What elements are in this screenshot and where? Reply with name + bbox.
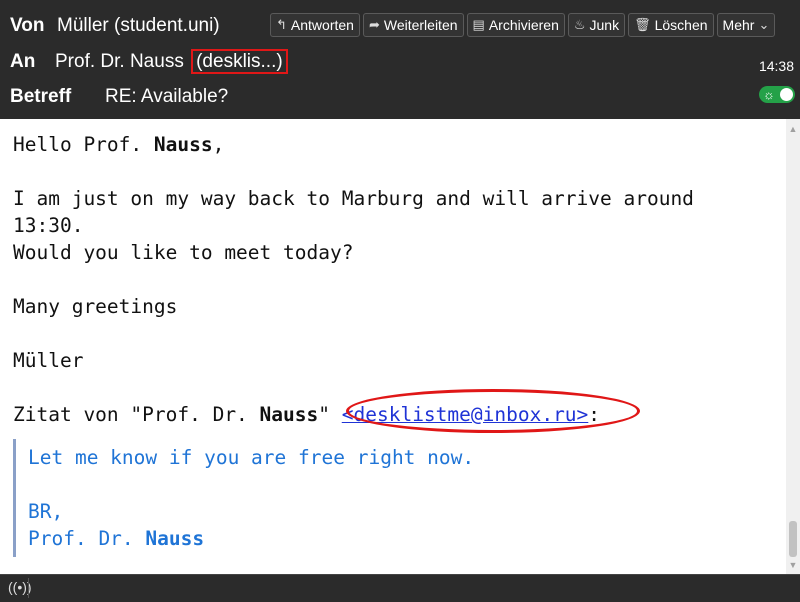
to-value: Prof. Dr. Nauss (desklis...)	[55, 49, 288, 74]
more-button[interactable]: Mehr ⌄	[716, 13, 776, 37]
delete-button[interactable]: 🗑 Löschen	[628, 13, 714, 37]
archive-icon: ▤	[472, 17, 485, 32]
remote-content-toggle[interactable]: ☼	[759, 86, 795, 103]
more-label: Mehr	[722, 17, 755, 33]
vertical-scrollbar[interactable]: ▲ ▼	[786, 119, 800, 574]
archive-label: Archivieren	[488, 17, 559, 33]
quote-intro-quote: "	[318, 403, 330, 426]
reply-icon: ↰	[276, 17, 287, 32]
email-highlight-ellipse	[346, 389, 640, 433]
to-name[interactable]: Prof. Dr. Nauss	[55, 51, 184, 72]
delete-label: Löschen	[654, 17, 708, 33]
archive-button[interactable]: ▤ Archivieren	[466, 13, 565, 37]
quote-intro-prefix: Zitat von "Prof. Dr.	[13, 403, 260, 426]
subject-label: Betreff	[10, 86, 72, 107]
reply-label: Antworten	[290, 17, 354, 33]
from-label: Von	[10, 15, 45, 36]
scroll-down-icon[interactable]: ▼	[786, 558, 800, 572]
body-line-2: 13:30.	[13, 214, 84, 237]
junk-icon: ♨	[573, 17, 586, 32]
forward-label: Weiterleiten	[383, 17, 458, 33]
to-address-highlight[interactable]: (desklis...)	[191, 49, 288, 74]
greeting-line: Hello Prof. Nauss,	[13, 133, 224, 157]
status-divider	[28, 578, 29, 598]
trash-icon: 🗑	[634, 17, 651, 32]
scroll-up-icon[interactable]: ▲	[786, 122, 800, 136]
message-time: 14:38	[758, 58, 794, 74]
quote-line-3: Prof. Dr. Nauss	[28, 527, 204, 551]
greeting-suffix: ,	[212, 133, 225, 156]
quote-intro-name: Nauss	[259, 403, 319, 426]
greeting-name: Nauss	[153, 133, 213, 156]
quote-line-3-name: Nauss	[145, 527, 205, 550]
forward-button[interactable]: ➦ Weiterleiten	[362, 13, 464, 37]
body-line-1: I am just on my way back to Marburg and …	[13, 187, 694, 210]
quote-line-1: Let me know if you are free right now.	[28, 446, 475, 469]
subject-value: RE: Available?	[105, 86, 229, 107]
greeting-prefix: Hello Prof.	[13, 133, 154, 156]
junk-label: Junk	[589, 17, 620, 33]
body-line-3: Would you like to meet today?	[13, 241, 354, 264]
reply-button[interactable]: ↰ Antworten	[270, 13, 360, 37]
signature-line: Müller	[13, 349, 84, 372]
quote-bar	[13, 439, 16, 557]
sun-icon: ☼	[763, 87, 775, 102]
chevron-down-icon: ⌄	[758, 17, 770, 32]
quote-line-3-prefix: Prof. Dr.	[28, 527, 146, 550]
from-value[interactable]: Müller (student.uni)	[57, 15, 220, 37]
to-label: An	[10, 51, 36, 72]
message-toolbar: ↰ Antworten ➦ Weiterleiten ▤ Archivieren…	[270, 13, 776, 37]
quote-line-2: BR,	[28, 500, 64, 523]
toggle-knob	[780, 88, 793, 101]
status-bar: ((•))	[0, 574, 800, 602]
forward-icon: ➦	[368, 17, 380, 32]
message-header: Von Müller (student.uni) ↰ Antworten ➦ W…	[0, 0, 800, 119]
junk-button[interactable]: ♨ Junk	[567, 13, 626, 37]
body-line-4: Many greetings	[13, 295, 178, 318]
message-body: Hello Prof. Nauss, I am just on my way b…	[0, 119, 786, 574]
scroll-thumb[interactable]	[789, 521, 797, 557]
